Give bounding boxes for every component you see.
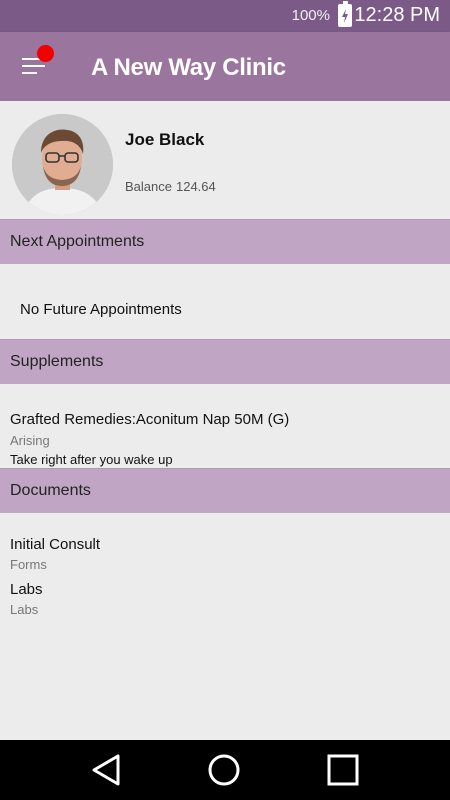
profile-card[interactable]: Joe Black Balance 124.64 xyxy=(0,101,450,219)
supplements-header: Supplements xyxy=(0,339,450,384)
section-title: Next Appointments xyxy=(10,233,145,250)
status-clock: 12:28 PM xyxy=(354,4,440,26)
balance-value: 124.64 xyxy=(175,179,216,194)
notification-badge xyxy=(37,45,54,62)
battery-charging-icon xyxy=(338,1,352,27)
section-title: Supplements xyxy=(10,353,104,370)
section-title: Documents xyxy=(10,482,91,499)
hamburger-line xyxy=(22,72,37,74)
recents-button[interactable] xyxy=(318,750,368,790)
recents-square-icon xyxy=(327,754,359,786)
system-nav-bar xyxy=(0,740,450,800)
supplement-name: Grafted Remedies:Aconitum Nap 50M (G) xyxy=(10,411,290,428)
profile-name: Joe Black xyxy=(125,130,205,149)
home-button[interactable] xyxy=(199,750,249,790)
no-appointments-message: No Future Appointments xyxy=(20,301,182,318)
profile-balance: Balance 124.64 xyxy=(125,179,216,194)
document-category: Forms xyxy=(10,557,47,572)
app-bar: A New Way Clinic xyxy=(0,32,450,101)
documents-header: Documents xyxy=(0,468,450,513)
back-button[interactable] xyxy=(82,750,132,790)
next-appointments-header: Next Appointments xyxy=(0,219,450,264)
balance-label: Balance xyxy=(125,179,172,194)
home-circle-icon xyxy=(208,754,240,786)
supplement-timing: Arising xyxy=(10,433,50,448)
document-title: Labs xyxy=(10,581,43,598)
user-photo-icon xyxy=(12,114,113,215)
status-bar: 100% 12:28 PM xyxy=(0,0,450,32)
app-title: A New Way Clinic xyxy=(91,54,286,81)
back-triangle-icon xyxy=(92,754,120,786)
document-title: Initial Consult xyxy=(10,536,101,553)
battery-percent: 100% xyxy=(291,7,330,24)
avatar[interactable] xyxy=(12,114,113,215)
hamburger-line xyxy=(22,65,45,67)
supplement-instructions: Take right after you wake up xyxy=(10,452,173,467)
document-category: Labs xyxy=(10,602,39,617)
